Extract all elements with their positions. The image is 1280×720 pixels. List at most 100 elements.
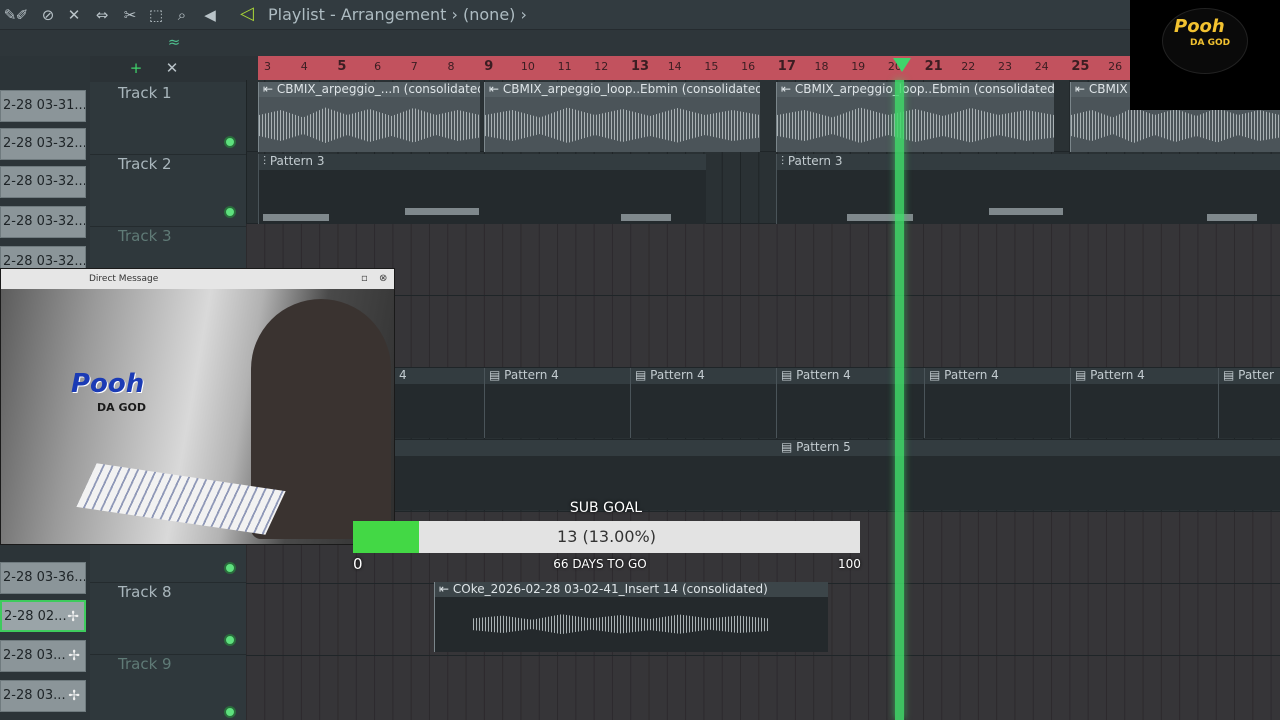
ruler-bar-number: 21 — [924, 59, 943, 74]
track-name[interactable]: Track 2 — [118, 155, 172, 173]
playhead-line[interactable] — [895, 80, 904, 720]
webcam-logo-text: Pooh — [71, 369, 145, 399]
pattern-clip[interactable]: ▤ Pattern 4 — [630, 368, 776, 438]
ruler-bar-number: 18 — [814, 60, 829, 73]
ruler-bar-number: 9 — [484, 59, 494, 74]
picker-clip[interactable]: 2-28 03-32... — [0, 206, 86, 238]
audio-clip-icon: ✢ — [68, 688, 80, 704]
playlist-menu-arrow-icon[interactable]: ◁ — [240, 3, 254, 24]
track-lane[interactable] — [246, 224, 1280, 296]
waveform-icon[interactable]: ≈ — [164, 32, 184, 52]
pattern-clip[interactable]: ▤ Pattern 4 — [924, 368, 1070, 438]
sub-goal-title: SUB GOAL — [569, 500, 643, 516]
slice-tool-icon[interactable]: ✂ — [120, 5, 140, 25]
audio-clip[interactable]: ⇤ CBMIX_arpeggio_loop..Ebmin (consolidat… — [776, 82, 1054, 152]
pattern-note — [621, 214, 671, 221]
audio-clip[interactable]: ⇤ CBMIX_arpeggio_loop..Ebmin (consolidat… — [484, 82, 760, 152]
clip-title: ⇤ CBMIX_arpeggio_loop..Ebmin (consolidat… — [777, 82, 1054, 97]
clip-waveform — [485, 107, 760, 143]
pattern-selector[interactable]: (none) — [463, 5, 515, 24]
pattern-clip[interactable]: ▤ Pattern 5 — [394, 440, 1280, 510]
track-mute-led[interactable] — [224, 206, 236, 218]
channel-logo: Pooh DA GOD — [1130, 0, 1280, 110]
track-mute-led[interactable] — [224, 136, 236, 148]
picker-clip-label: 2-28 03-31... — [3, 98, 86, 113]
playback-tool-icon[interactable]: ◀ — [200, 5, 220, 25]
remove-icon[interactable]: ✕ — [162, 58, 182, 78]
audio-clip[interactable]: ⇤ CBMIX_arpeggio_...n (consolidated) — [258, 82, 480, 152]
picker-clip[interactable]: 2-28 03... ✢ — [0, 640, 86, 672]
pattern-clip[interactable]: ⫶ Pattern 3 — [776, 154, 1280, 224]
track-lane[interactable] — [246, 296, 1280, 368]
clip-title: ⇤ CBMIX_arpeggio_...n (consolidated) — [259, 82, 480, 97]
pattern-title-text: Pattern 4 — [650, 368, 705, 382]
ruler-bar-number: 5 — [337, 59, 347, 74]
zoom-tool-icon[interactable]: ⌕ — [172, 5, 192, 25]
sub-goal-days: 66 DAYS TO GO — [553, 557, 647, 571]
picker-clip[interactable]: 2-28 03... ✢ — [0, 680, 86, 712]
clip-waveform — [259, 107, 480, 143]
audio-clip-icon: ✢ — [68, 648, 80, 664]
audio-clip[interactable]: ⇤ COke_2026-02-28 03-02-41_Insert 14 (co… — [434, 582, 828, 652]
clip-title-text: CBMIX_arpeggio_loop..Ebmin (consolidated… — [794, 82, 1054, 96]
track-name[interactable]: Track 3 — [118, 227, 172, 245]
sub-goal-progress-bar: 13 (13.00%) — [353, 521, 860, 553]
track-lane[interactable] — [246, 656, 1280, 720]
pattern-note — [989, 208, 1063, 215]
picker-clip[interactable]: 2-28 03-36... — [0, 562, 86, 594]
select-tool-icon[interactable]: ⬚ — [146, 5, 166, 25]
pattern-title: ▤ Patter — [1219, 368, 1280, 384]
pattern-title-text: Pattern 5 — [796, 440, 851, 454]
clip-title: ⇤ COke_2026-02-28 03-02-41_Insert 14 (co… — [435, 582, 828, 597]
pattern-title-text: Pattern 3 — [787, 154, 843, 168]
track-name[interactable]: Track 1 — [118, 84, 172, 102]
minimize-icon[interactable]: ▫ — [361, 269, 368, 289]
audio-clip-icon: ✢ — [67, 609, 79, 625]
pattern-clip[interactable]: ▤ Pattern 4 — [484, 368, 630, 438]
playlist-toolbar: ✎ ✐ ⊘ ✕ ⇔ ✂ ⬚ ⌕ ◀ ◁ Playlist - Arrangeme… — [0, 0, 1130, 30]
pattern-title: ▤ Pattern 4 — [485, 368, 630, 384]
pattern-title-text: 4 — [399, 368, 407, 382]
pattern-title: ▤ Pattern 5 — [395, 440, 1280, 456]
picker-clip[interactable]: 2-28 03-32... — [0, 166, 86, 198]
logo-subtext: DA GOD — [1190, 38, 1231, 48]
ruler-bar-number: 17 — [777, 59, 796, 74]
clip-waveform — [473, 614, 768, 635]
webcam-window-title: Direct Message — [89, 274, 159, 284]
ruler-bar-number: 23 — [998, 60, 1012, 73]
pattern-clip[interactable]: 4 — [394, 368, 486, 438]
picker-clip[interactable]: 2-28 03-32... — [0, 128, 86, 160]
ruler-bar-number: 7 — [410, 60, 418, 73]
delete-tool-icon[interactable]: ⊘ — [38, 5, 58, 25]
pattern-title: ⫶ Pattern 3 — [259, 154, 706, 170]
mute-tool-icon[interactable]: ✕ — [64, 5, 84, 25]
ruler-bar-number: 8 — [447, 60, 455, 73]
track-name[interactable]: Track 8 — [118, 583, 172, 601]
picker-clip-label: 2-28 03-32... — [3, 214, 86, 229]
pattern-clip[interactable]: ⫶ Pattern 3 — [258, 154, 706, 224]
ruler-bar-number: 6 — [374, 60, 382, 73]
track-mute-led[interactable] — [224, 634, 236, 646]
track-mute-led[interactable] — [224, 706, 236, 718]
pattern-note — [263, 214, 329, 221]
track-name[interactable]: Track 9 — [118, 655, 172, 673]
slip-tool-icon[interactable]: ⇔ — [92, 5, 112, 25]
track-mute-led[interactable] — [224, 562, 236, 574]
pattern-title-text: Pattern 4 — [504, 368, 559, 382]
timeline-ruler[interactable]: 3 4 5 6 7 8 9 10 11 12 13 14 15 16 17 18 19 20 21 22 23 24 25 2… — [258, 56, 1130, 80]
clip-title-text: COke_2026-02-28 03-02-41_Insert 14 (cons… — [452, 582, 768, 596]
picker-clip[interactable]: 2-28 03-31... — [0, 90, 86, 122]
playlist-grid[interactable]: ⇤ CBMIX_arpeggio_...n (consolidated) ⇤ C… — [246, 80, 1280, 720]
webcam-video: Pooh DA GOD — [1, 289, 394, 544]
pattern-clip[interactable]: ▤ Patter — [1218, 368, 1280, 438]
picker-clip-label: 2-28 03-32... — [3, 136, 86, 151]
add-track-icon[interactable]: + — [126, 58, 146, 78]
paint-tool-icon[interactable]: ✐ — [12, 5, 32, 25]
clip-title-text: CBMIX — [1088, 82, 1128, 96]
pattern-clip[interactable]: ▤ Pattern 4 — [1070, 368, 1218, 438]
playhead-marker[interactable] — [893, 58, 911, 72]
sub-goal-max: 100 — [838, 557, 861, 571]
picker-clip-selected[interactable]: 2-28 02... ✢ — [0, 600, 86, 632]
clip-title-text: CBMIX_arpeggio_...n (consolidated) — [276, 82, 480, 96]
close-icon[interactable]: ⊗ — [379, 269, 387, 289]
